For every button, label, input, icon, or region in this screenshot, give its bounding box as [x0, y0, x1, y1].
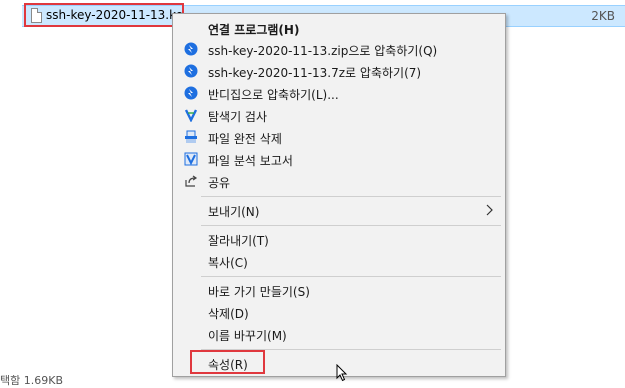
menu-item-rename[interactable]: 이름 바꾸기(M)	[173, 324, 505, 345]
file-name-highlight	[24, 3, 184, 27]
status-bar-text: 택함 1.69KB	[0, 374, 63, 387]
menu-item-share[interactable]: 공유	[173, 171, 505, 192]
menu-item-cut[interactable]: 잘라내기(T)	[173, 229, 505, 250]
menu-item-copy[interactable]: 복사(C)	[173, 251, 505, 272]
file-size: 2KB	[591, 9, 615, 23]
shredder-icon	[185, 130, 197, 143]
menu-item-send-to[interactable]: 보내기(N)	[173, 200, 505, 221]
menu-item-label: 이름 바꾸기(M)	[208, 329, 287, 343]
menu-item-label: 복사(C)	[208, 256, 248, 270]
bandizip-icon	[184, 42, 198, 56]
chevron-right-icon	[486, 204, 493, 216]
menu-item-label: 파일 분석 보고서	[208, 154, 293, 168]
menu-item-label: 공유	[208, 176, 231, 190]
menu-item-delete[interactable]: 삭제(D)	[173, 302, 505, 323]
menu-separator	[201, 196, 501, 197]
menu-item-label: ssh-key-2020-11-13.zip으로 압축하기(Q)	[208, 44, 438, 58]
menu-item-bandizip[interactable]: 반디집으로 압축하기(L)...	[173, 83, 505, 104]
vaccine-scan-icon	[184, 109, 198, 122]
menu-item-label: 잘라내기(T)	[208, 234, 269, 248]
context-menu: 연결 프로그램(H) ssh-key-2020-11-13.zip으로 압축하기…	[172, 13, 506, 377]
menu-item-label: 반디집으로 압축하기(L)...	[208, 88, 339, 102]
menu-item-label: 바로 가기 만들기(S)	[208, 285, 310, 299]
menu-separator	[201, 225, 501, 226]
menu-item-create-shortcut[interactable]: 바로 가기 만들기(S)	[173, 280, 505, 301]
bandizip-icon	[184, 64, 198, 78]
menu-item-label: 탐색기 검사	[208, 110, 268, 124]
menu-item-label: 파일 완전 삭제	[208, 132, 282, 146]
menu-item-shred[interactable]: 파일 완전 삭제	[173, 127, 505, 148]
menu-item-open-with[interactable]: 연결 프로그램(H)	[173, 18, 505, 39]
bandizip-icon	[184, 86, 198, 100]
menu-separator	[201, 276, 501, 277]
menu-item-label: 삭제(D)	[208, 307, 249, 321]
menu-item-zip[interactable]: ssh-key-2020-11-13.zip으로 압축하기(Q)	[173, 39, 505, 60]
mouse-cursor-icon	[336, 364, 348, 382]
properties-highlight	[190, 350, 265, 374]
analysis-icon	[184, 152, 198, 166]
menu-item-label: ssh-key-2020-11-13.7z로 압축하기(7)	[208, 66, 422, 80]
menu-item-label: 연결 프로그램(H)	[208, 23, 300, 37]
share-icon	[185, 175, 198, 187]
menu-item-label: 보내기(N)	[208, 205, 260, 219]
menu-item-7z[interactable]: ssh-key-2020-11-13.7z로 압축하기(7)	[173, 61, 505, 82]
menu-item-explorer-scan[interactable]: 탐색기 검사	[173, 105, 505, 126]
menu-item-analyze[interactable]: 파일 분석 보고서	[173, 149, 505, 170]
